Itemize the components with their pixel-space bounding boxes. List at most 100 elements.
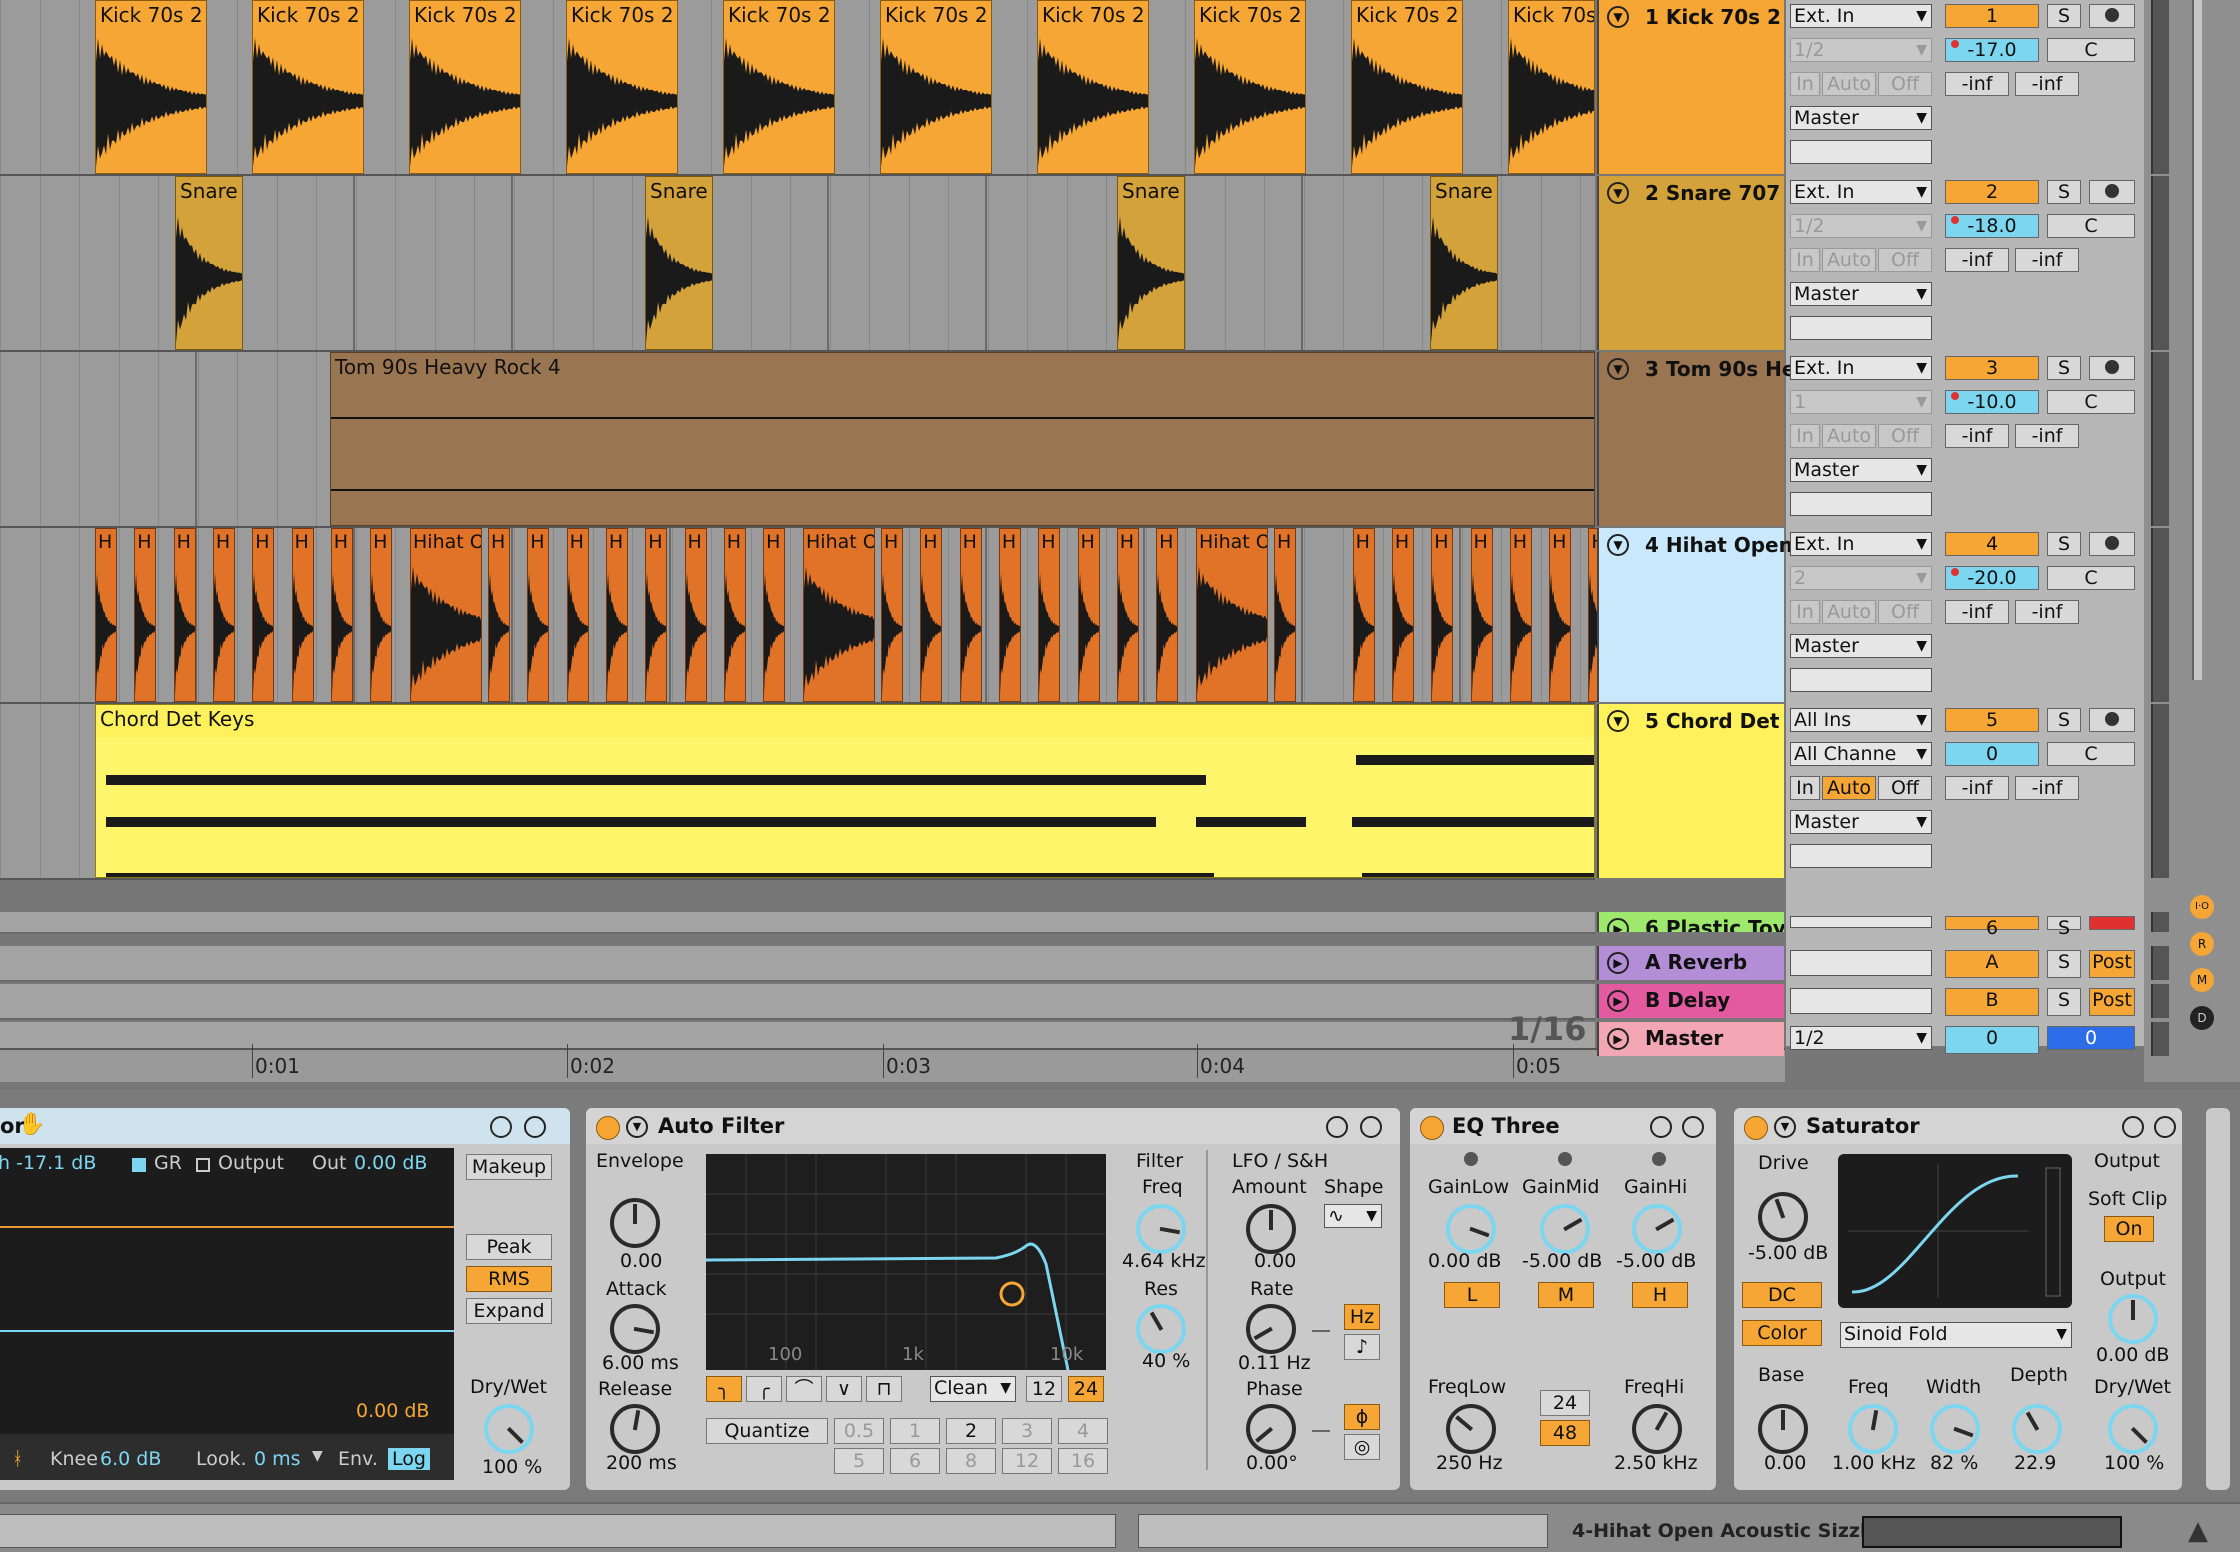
- peak-level-right[interactable]: -inf: [2015, 72, 2079, 96]
- slope-48-button[interactable]: 48: [1540, 1420, 1590, 1446]
- monitor-off-button[interactable]: Off: [1878, 72, 1932, 96]
- clip-hihat[interactable]: H: [763, 528, 786, 702]
- fold-icon[interactable]: ▼: [1607, 6, 1629, 28]
- monitor-in-button[interactable]: In: [1790, 248, 1820, 272]
- drywet-knob[interactable]: [2108, 1404, 2158, 1454]
- track-activator-button[interactable]: 1: [1945, 4, 2039, 28]
- fold-icon[interactable]: ▼: [1774, 1116, 1796, 1138]
- track-header[interactable]: ▶ 6 Plastic Toy: [1597, 912, 1784, 932]
- volume-field[interactable]: -20.0: [1945, 566, 2039, 590]
- solo-button[interactable]: S: [2047, 356, 2081, 380]
- track-name[interactable]: B Delay: [1645, 988, 1730, 1012]
- clip-hihat[interactable]: H: [1470, 528, 1493, 702]
- base-knob[interactable]: [1758, 1404, 1808, 1454]
- io-toggle[interactable]: I·O: [2190, 895, 2214, 919]
- solo-button[interactable]: S: [2047, 708, 2081, 732]
- drive-knob[interactable]: [1758, 1192, 1808, 1242]
- monitor-off-button[interactable]: Off: [1878, 248, 1932, 272]
- quantize-step-button[interactable]: 0.5: [834, 1418, 884, 1444]
- clip-hihat[interactable]: H: [134, 528, 157, 702]
- amount-knob[interactable]: [1246, 1204, 1296, 1254]
- clip-hihat[interactable]: H: [684, 528, 707, 702]
- track-activator-button[interactable]: 5: [1945, 708, 2039, 732]
- quantize-step-button[interactable]: 5: [834, 1448, 884, 1474]
- track-name[interactable]: 6 Plastic Toy: [1645, 916, 1784, 932]
- clip-hihat[interactable]: H: [605, 528, 628, 702]
- midi-note[interactable]: [1196, 817, 1306, 827]
- quantize-step-button[interactable]: 6: [890, 1448, 940, 1474]
- clip-hihat[interactable]: H: [1549, 528, 1572, 702]
- arm-button[interactable]: [2089, 708, 2135, 732]
- highpass-button[interactable]: ╭: [746, 1376, 782, 1402]
- clip-kick[interactable]: Kick 70s 2: [95, 0, 207, 174]
- post-button[interactable]: Post: [2089, 988, 2135, 1016]
- io-field[interactable]: [1790, 916, 1932, 928]
- pan-field[interactable]: C: [2047, 214, 2135, 238]
- grid-size[interactable]: 1/16: [1508, 1010, 1586, 1048]
- track-lane[interactable]: H H H H H H H H Hihat O H H H H H H H H Hihat O H H H H H H H H Hi…: [0, 528, 1619, 704]
- hotswap-icon[interactable]: [1650, 1116, 1672, 1138]
- output-select[interactable]: Master ▼: [1790, 458, 1932, 482]
- hand-icon[interactable]: ✋: [18, 1112, 45, 1137]
- peak-level-left[interactable]: -inf: [1945, 72, 2009, 96]
- midi-note[interactable]: [106, 775, 1206, 785]
- low-on-button[interactable]: L: [1444, 1282, 1500, 1308]
- monitor-auto-button[interactable]: Auto: [1822, 424, 1876, 448]
- solo-button[interactable]: S: [2047, 532, 2081, 556]
- clip-kick[interactable]: Kick 70s: [1508, 0, 1595, 174]
- gainmid-knob[interactable]: [1540, 1204, 1590, 1254]
- monitor-auto-button[interactable]: Auto: [1822, 776, 1876, 800]
- save-preset-icon[interactable]: [1360, 1116, 1382, 1138]
- clip-hihat[interactable]: H: [645, 528, 668, 702]
- rate-knob[interactable]: [1246, 1304, 1296, 1354]
- clip-hihat[interactable]: H: [1509, 528, 1532, 702]
- clip-hihat[interactable]: H: [566, 528, 589, 702]
- freq-knob[interactable]: [1136, 1204, 1186, 1254]
- output-select[interactable]: Master ▼: [1790, 810, 1932, 834]
- clip-snare[interactable]: Snare: [1430, 176, 1498, 350]
- track-name[interactable]: 3 Tom 90s He: [1645, 357, 1795, 381]
- filter-display[interactable]: 100 1k 10k: [706, 1154, 1106, 1370]
- track-activator-button[interactable]: 4: [1945, 532, 2039, 556]
- hz-button[interactable]: Hz: [1344, 1304, 1380, 1330]
- filter-mode-select[interactable]: Clean ▼: [930, 1376, 1016, 1402]
- lfo-shape-select[interactable]: ∿ ▼: [1324, 1204, 1382, 1228]
- peak-level-right[interactable]: -inf: [2015, 600, 2079, 624]
- expand-icon[interactable]: ▶: [1607, 1028, 1629, 1050]
- cue-volume-field[interactable]: 0: [2047, 1026, 2135, 1050]
- clip-hihat[interactable]: H: [252, 528, 275, 702]
- gainhi-knob[interactable]: [1632, 1204, 1682, 1254]
- gainlow-knob[interactable]: [1446, 1204, 1496, 1254]
- clip-hihat[interactable]: H: [1116, 528, 1139, 702]
- track-lane[interactable]: Kick 70s 2 Kick 70s 2 Kick 70s 2 Kick 70s 2…: [0, 0, 1619, 176]
- lowpass-button[interactable]: ╮: [706, 1376, 742, 1402]
- input-type-select[interactable]: Ext. In ▼: [1790, 180, 1932, 204]
- input-channel-select[interactable]: 1/2 ▼: [1790, 38, 1932, 62]
- clip-hihat[interactable]: H: [1038, 528, 1061, 702]
- input-type-select[interactable]: Ext. In ▼: [1790, 356, 1932, 380]
- track-name[interactable]: 2 Snare 707: [1645, 181, 1780, 205]
- peak-level-right[interactable]: -inf: [2015, 776, 2079, 800]
- midi-note[interactable]: [1362, 873, 1594, 877]
- quantize-button[interactable]: Quantize: [706, 1418, 828, 1444]
- pan-field[interactable]: C: [2047, 390, 2135, 414]
- volume-field[interactable]: -18.0: [1945, 214, 2039, 238]
- input-channel-select[interactable]: All Channe ▼: [1790, 742, 1932, 766]
- phase-mode-button[interactable]: ɸ: [1344, 1404, 1380, 1430]
- input-channel-select[interactable]: 1 ▼: [1790, 390, 1932, 414]
- quantize-step-button[interactable]: 8: [946, 1448, 996, 1474]
- monitor-in-button[interactable]: In: [1790, 424, 1820, 448]
- hotswap-icon[interactable]: [1326, 1116, 1348, 1138]
- io-field[interactable]: [1790, 950, 1932, 976]
- fold-icon[interactable]: ▼: [1607, 358, 1629, 380]
- makeup-button[interactable]: Makeup: [466, 1154, 552, 1180]
- solo-button[interactable]: S: [2047, 4, 2081, 28]
- freqlow-knob[interactable]: [1446, 1404, 1496, 1454]
- midi-note[interactable]: [1356, 755, 1594, 765]
- monitor-auto-button[interactable]: Auto: [1822, 600, 1876, 624]
- mid-on-button[interactable]: M: [1538, 1282, 1594, 1308]
- solo-button[interactable]: S: [2047, 988, 2081, 1016]
- track-activator-button[interactable]: 0: [1945, 1026, 2039, 1054]
- collapsed-lane[interactable]: [0, 946, 1595, 982]
- clip-snare[interactable]: Snare: [645, 176, 713, 350]
